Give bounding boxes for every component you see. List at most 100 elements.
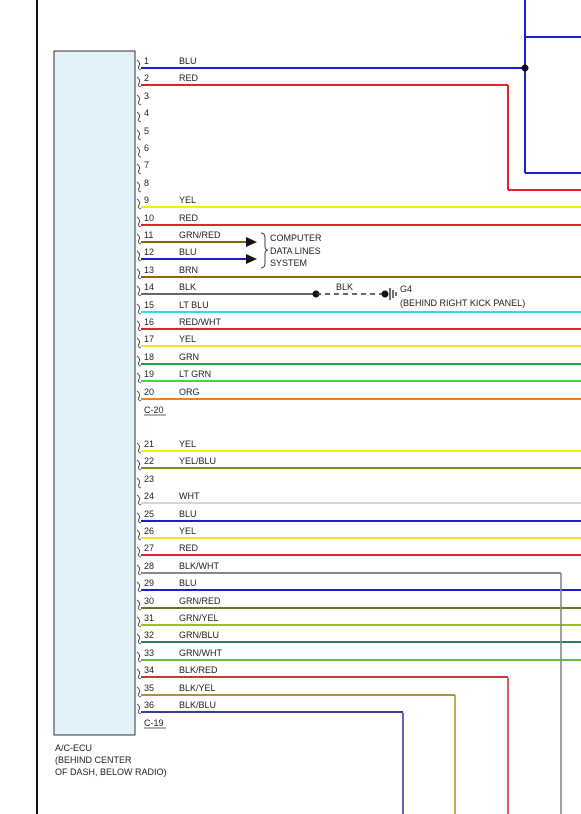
- pin-20-wire-label: ORG: [179, 387, 200, 397]
- pin-26-terminal: [136, 529, 142, 541]
- pin-7-terminal: [136, 163, 142, 175]
- pin-36-terminal: [136, 703, 142, 715]
- pin-2-terminal: [136, 76, 142, 88]
- pin-28-wire-label: BLK/WHT: [179, 561, 220, 571]
- pin-24-terminal: [136, 494, 142, 506]
- pin-18-terminal: [136, 355, 142, 367]
- pin-15-terminal: [136, 303, 142, 315]
- pin-24-wire-label: WHT: [179, 491, 200, 501]
- pin-13-number: 13: [144, 265, 154, 275]
- pin-9-terminal: [136, 198, 142, 210]
- pin-11-number: 11: [144, 230, 153, 240]
- ground-g4: BLK G4 (BEHIND RIGHT KICK PANEL): [312, 282, 525, 308]
- pin-17-terminal: [136, 337, 142, 349]
- pin-10-wire-label: RED: [179, 213, 199, 223]
- pin-12-terminal: [136, 250, 142, 262]
- pin-3-number: 3: [144, 91, 149, 101]
- pin-27-wire-label: RED: [179, 543, 199, 553]
- pin-16-terminal: [136, 320, 142, 332]
- pin-19-wire-label: LT GRN: [179, 369, 211, 379]
- pin-30-wire-label: GRN/RED: [179, 596, 221, 606]
- pin-14-terminal: [136, 285, 142, 297]
- pin-36-number: 36: [144, 700, 154, 710]
- ecu-name: A/C-ECU: [55, 743, 92, 753]
- connector-c20-label: C-20: [144, 405, 164, 415]
- pin-17-wire-label: YEL: [179, 334, 196, 344]
- pin-4-terminal: [136, 111, 142, 123]
- pin-9-number: 9: [144, 195, 149, 205]
- wiring-diagram: A/C-ECU (BEHIND CENTER OF DASH, BELOW RA…: [36, 0, 581, 814]
- pin-10-number: 10: [144, 213, 154, 223]
- pin-5-terminal: [136, 129, 142, 141]
- pin-29-wire-label: BLU: [179, 578, 197, 588]
- pin-29-terminal: [136, 581, 142, 593]
- pin-7-number: 7: [144, 160, 149, 170]
- pin-36-wire-label: BLK/BLU: [179, 700, 216, 710]
- pin-12-number: 12: [144, 247, 154, 257]
- pin-15-number: 15: [144, 300, 154, 310]
- pin-2-number: 2: [144, 73, 149, 83]
- pin-17-number: 17: [144, 334, 154, 344]
- pin-25-number: 25: [144, 509, 154, 519]
- ecu-location-line2: OF DASH, BELOW RADIO): [55, 767, 167, 777]
- ecu-body: [53, 50, 136, 736]
- pin-30-number: 30: [144, 596, 154, 606]
- pin-21-number: 21: [144, 439, 154, 449]
- pin-18-number: 18: [144, 352, 154, 362]
- pin-33-terminal: [136, 651, 142, 663]
- pin-16-number: 16: [144, 317, 154, 327]
- pin-32-number: 32: [144, 630, 154, 640]
- pin-23-terminal: [136, 477, 142, 489]
- pin-1-number: 1: [144, 56, 149, 66]
- pin-29-number: 29: [144, 578, 154, 588]
- pin-9-wire-label: YEL: [179, 195, 196, 205]
- pin-23-number: 23: [144, 474, 154, 484]
- pin-26-number: 26: [144, 526, 154, 536]
- pin-22-terminal: [136, 459, 142, 471]
- ground-name: G4: [400, 284, 412, 294]
- pin-27-terminal: [136, 546, 142, 558]
- ground-terminal-dot: [381, 290, 389, 298]
- pin-16-wire-label: RED/WHT: [179, 317, 221, 327]
- pin-2-wire-label: RED: [179, 73, 199, 83]
- pin1-splice-dot: [521, 64, 529, 72]
- ground-wire-label: BLK: [336, 282, 353, 292]
- ground-location: (BEHIND RIGHT KICK PANEL): [400, 298, 525, 308]
- pin-10-terminal: [136, 216, 142, 228]
- pin-28-number: 28: [144, 561, 154, 571]
- data-lines-label-1: COMPUTER: [270, 233, 322, 243]
- pin-14-number: 14: [144, 282, 154, 292]
- pin-8-number: 8: [144, 178, 149, 188]
- data-line-arrow-11: [246, 237, 257, 247]
- pin-34-wire-label: BLK/RED: [179, 665, 218, 675]
- pin-8-terminal: [136, 181, 142, 193]
- pin-15-wire-label: LT BLU: [179, 300, 209, 310]
- lower-vertical-routing: [402, 573, 562, 814]
- pin-19-terminal: [136, 372, 142, 384]
- pin-22-number: 22: [144, 456, 154, 466]
- pin1-2-routing: [507, 0, 581, 191]
- pin-4-number: 4: [144, 108, 149, 118]
- pin-32-wire-label: GRN/BLU: [179, 630, 219, 640]
- pin-13-wire-label: BRN: [179, 265, 198, 275]
- computer-data-lines: COMPUTER DATA LINES SYSTEM: [246, 232, 322, 269]
- connector-pins: 1 BLU2 RED3456789 YEL10 RED11 GRN/RED12 BLU13 B…: [136, 56, 581, 715]
- pin-32-terminal: [136, 633, 142, 645]
- pin-28-terminal: [136, 564, 142, 576]
- pin-5-number: 5: [144, 126, 149, 136]
- pin-18-wire-label: GRN: [179, 352, 199, 362]
- pin-20-number: 20: [144, 387, 154, 397]
- data-lines-label-2: DATA LINES: [270, 246, 321, 256]
- data-lines-brace: [260, 232, 269, 269]
- pin-11-wire-label: GRN/RED: [179, 230, 221, 240]
- pin-31-terminal: [136, 616, 142, 628]
- pin-27-number: 27: [144, 543, 154, 553]
- pin-3-terminal: [136, 94, 142, 106]
- pin-20-terminal: [136, 390, 142, 402]
- pin-12-wire-label: BLU: [179, 247, 197, 257]
- pin-33-wire-label: GRN/WHT: [179, 648, 222, 658]
- pin-22-wire-label: YEL/BLU: [179, 456, 216, 466]
- pin-34-number: 34: [144, 665, 154, 675]
- pin-1-terminal: [136, 59, 142, 71]
- pin-25-wire-label: BLU: [179, 509, 197, 519]
